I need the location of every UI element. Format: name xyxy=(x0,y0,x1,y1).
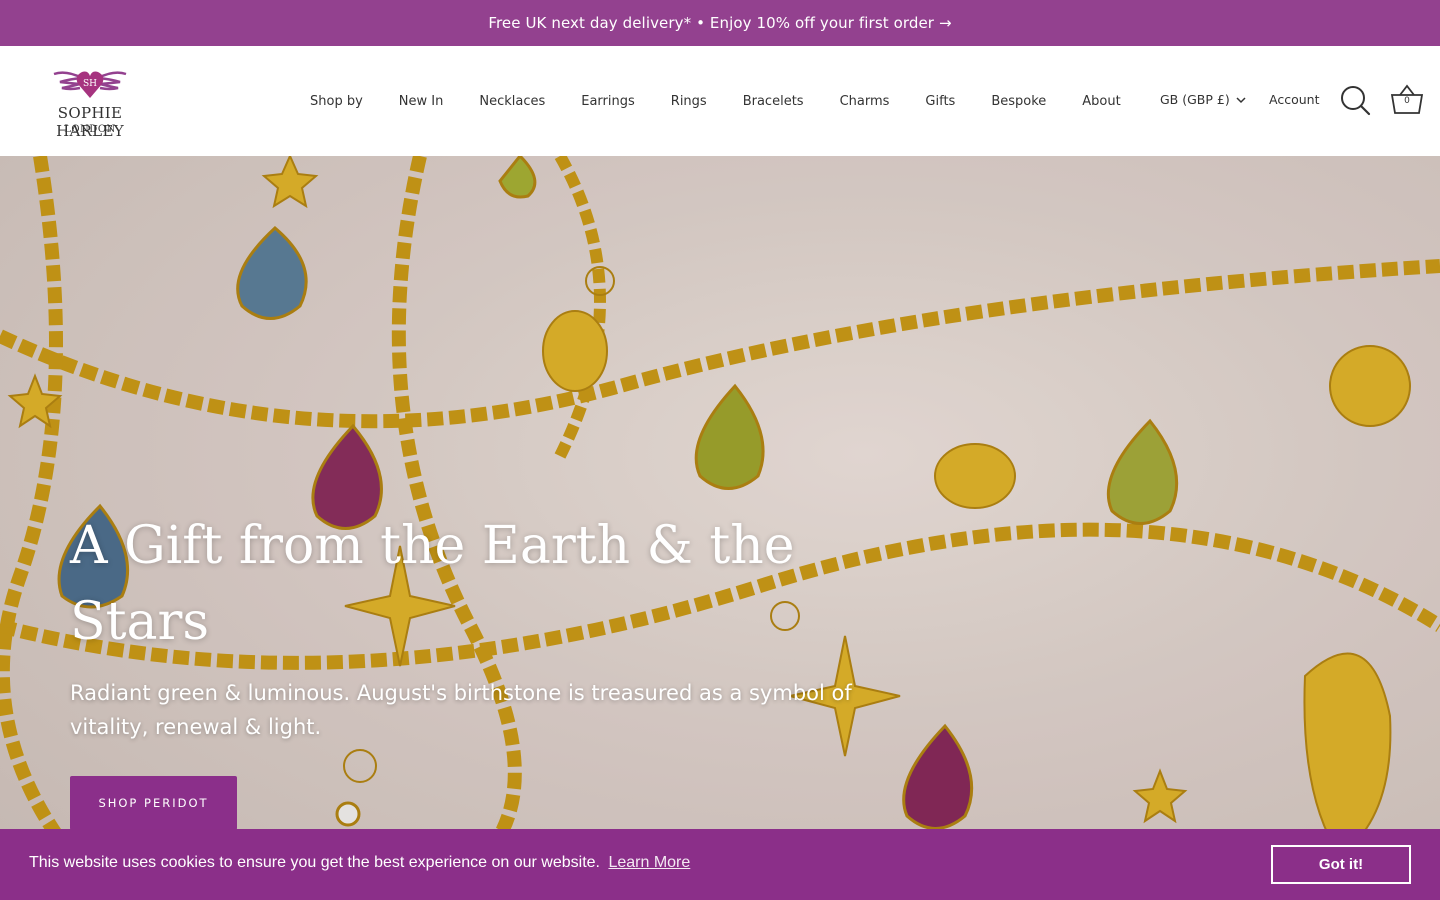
nav-item-necklaces[interactable]: Necklaces xyxy=(461,94,563,109)
announcement-text[interactable]: Free UK next day delivery* • Enjoy 10% o… xyxy=(488,14,951,32)
cookie-learn-more-link[interactable]: Learn More xyxy=(608,854,690,871)
site-header: SH SOPHIE HARLEY LONDON Shop by New In N… xyxy=(0,46,1440,156)
hero-title: A Gift from the Earth & the Stars xyxy=(70,516,795,652)
cookie-accept-button[interactable]: Got it! xyxy=(1271,845,1411,884)
nav-item-earrings[interactable]: Earrings xyxy=(563,94,653,109)
brand-city: LONDON xyxy=(64,124,116,135)
nav-item-gifts[interactable]: Gifts xyxy=(907,94,973,109)
nav-item-about[interactable]: About xyxy=(1064,94,1138,109)
cookie-message: This website uses cookies to ensure you … xyxy=(29,854,600,871)
nav-item-bracelets[interactable]: Bracelets xyxy=(725,94,822,109)
shop-peridot-button[interactable]: SHOP PERIDOT xyxy=(70,776,237,830)
nav-item-bespoke[interactable]: Bespoke xyxy=(973,94,1064,109)
winged-heart-icon: SH xyxy=(53,71,127,98)
nav-item-charms[interactable]: Charms xyxy=(822,94,908,109)
search-icon[interactable] xyxy=(1339,84,1371,116)
hero-subtitle: Radiant green & luminous. August's birth… xyxy=(70,681,852,739)
logo-monogram: SH xyxy=(83,79,97,89)
basket-count: 0 xyxy=(1404,96,1410,106)
currency-selector[interactable]: GB (GBP £) xyxy=(1160,92,1246,107)
hero-banner: A Gift from the Earth & the Stars Radian… xyxy=(0,156,1440,900)
basket-button[interactable]: 0 xyxy=(1389,82,1425,118)
cookie-message-row: This website uses cookies to ensure you … xyxy=(29,854,690,872)
main-nav: Shop by New In Necklaces Earrings Rings … xyxy=(292,46,1139,156)
account-link[interactable]: Account xyxy=(1269,92,1319,107)
nav-item-shop-by[interactable]: Shop by xyxy=(292,94,381,109)
nav-item-new-in[interactable]: New In xyxy=(381,94,462,109)
brand-logo[interactable]: SH SOPHIE HARLEY LONDON xyxy=(22,66,158,140)
chevron-down-icon xyxy=(1236,96,1246,103)
nav-item-rings[interactable]: Rings xyxy=(653,94,725,109)
cookie-banner: This website uses cookies to ensure you … xyxy=(0,829,1440,900)
currency-label: GB (GBP £) xyxy=(1160,92,1230,107)
announcement-bar[interactable]: Free UK next day delivery* • Enjoy 10% o… xyxy=(0,0,1440,46)
